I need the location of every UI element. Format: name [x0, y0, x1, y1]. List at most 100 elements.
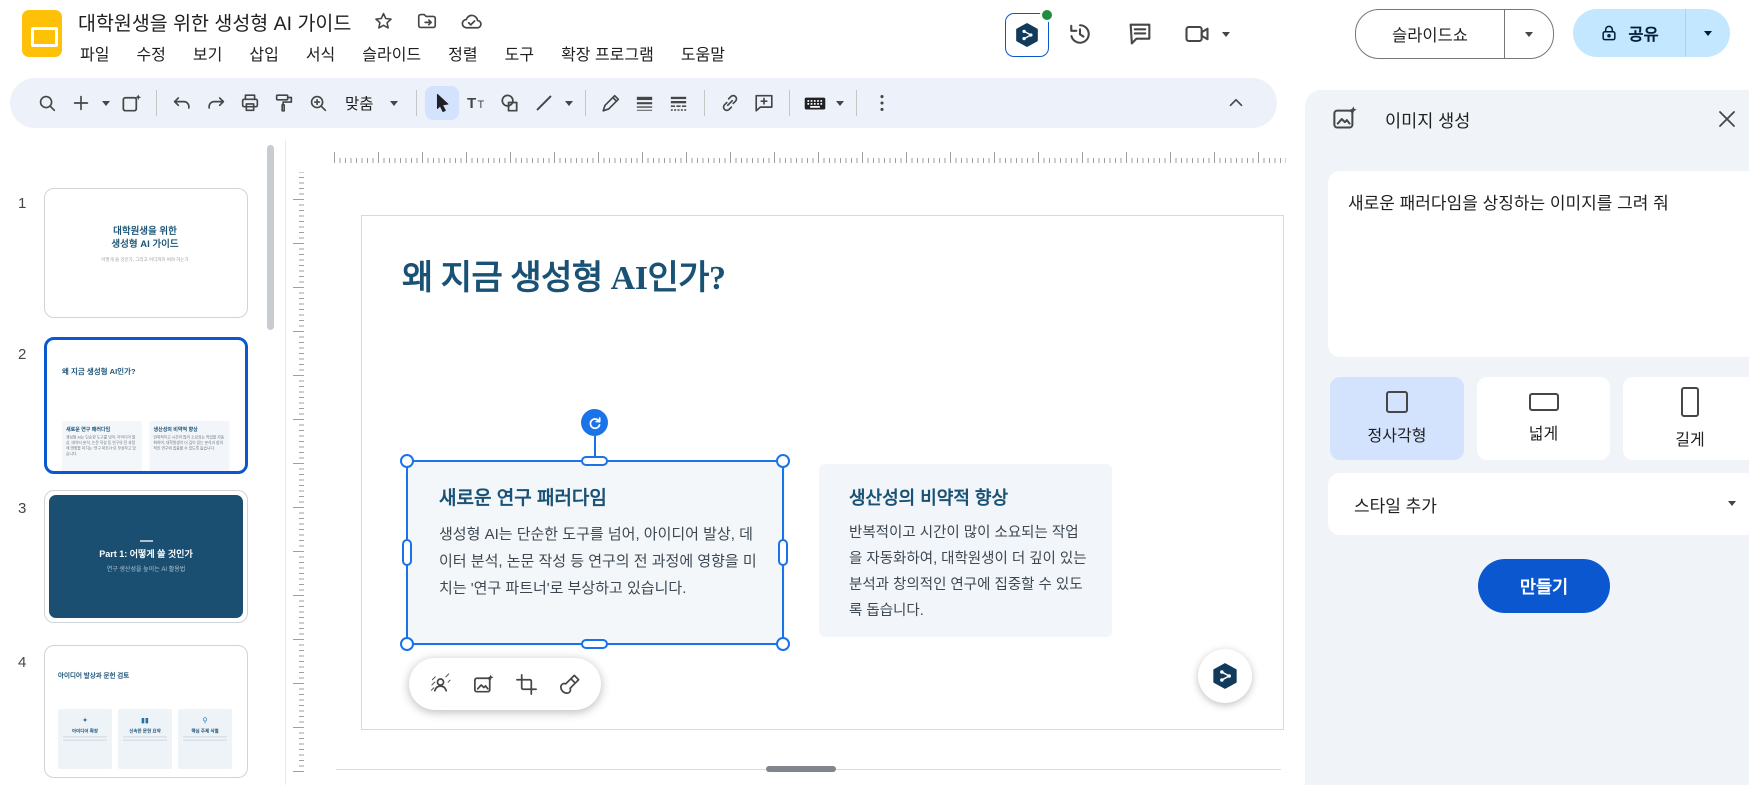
crop-button[interactable] [515, 673, 538, 696]
paint-brush-button[interactable] [558, 673, 581, 696]
border-weight-button[interactable] [628, 86, 662, 120]
prompt-textarea[interactable]: 새로운 패러다임을 상징하는 이미지를 그려 줘 [1328, 171, 1749, 357]
print-button[interactable] [233, 86, 267, 120]
print-icon [241, 94, 259, 112]
share-button[interactable]: 공유 [1573, 21, 1685, 45]
new-slide-dropdown[interactable] [98, 100, 114, 106]
document-title[interactable]: 대학원생을 위한 생성형 AI 가이드 [78, 7, 351, 36]
select-tool-button[interactable] [424, 86, 459, 120]
menu-file[interactable]: 파일 [80, 41, 109, 65]
menu-extensions[interactable]: 확장 프로그램 [561, 41, 654, 65]
cloud-saved-icon[interactable] [460, 10, 483, 33]
slide-card-productivity[interactable]: 생산성의 비약적 향상 반복적이고 시간이 많이 소요되는 작업을 자동화하여,… [819, 464, 1112, 637]
slides-logo-icon[interactable] [22, 10, 62, 57]
aspect-square-button[interactable]: 정사각형 [1330, 377, 1464, 460]
comment-add-icon [754, 94, 773, 112]
prompt-text: 새로운 패러다임을 상징하는 이미지를 그려 줘 [1348, 194, 1669, 213]
line-tool-button[interactable] [527, 86, 561, 120]
toolbar-divider [855, 90, 857, 116]
camera-dropdown-caret[interactable] [1222, 32, 1230, 37]
thumb2-card1-heading: 새로운 연구 패러다임 [66, 427, 111, 433]
selection-box[interactable] [400, 409, 790, 651]
menu-view[interactable]: 보기 [193, 41, 222, 65]
plus-icon [73, 95, 89, 111]
zoom-button[interactable] [301, 86, 335, 120]
menu-help[interactable]: 도움말 [681, 41, 725, 65]
toolbar-divider [584, 90, 586, 116]
thumb4-title: 아이디어 발상과 문헌 검토 [58, 671, 130, 680]
resize-handle-top[interactable] [581, 456, 608, 466]
meet-camera-icon[interactable] [1183, 20, 1211, 48]
filmstrip-scrollbar[interactable] [267, 145, 274, 330]
notes-splitter-handle[interactable] [766, 766, 836, 772]
border-dash-button[interactable] [662, 86, 696, 120]
menu-insert[interactable]: 삽입 [249, 41, 278, 65]
resize-handle-top-left[interactable] [400, 454, 414, 468]
resize-handle-bottom-right[interactable] [776, 637, 790, 651]
move-folder-icon[interactable] [416, 10, 438, 32]
zoom-fit-dropdown[interactable]: 맞춤 [345, 92, 398, 114]
rotate-handle[interactable] [581, 409, 608, 436]
resize-handle-left[interactable] [402, 538, 412, 566]
aspect-tall-button[interactable]: 길게 [1623, 377, 1749, 460]
card2-body: 반복적이고 시간이 많이 소요되는 작업을 자동화하여, 대학원생이 더 깊이 … [849, 525, 1087, 619]
search-icon [39, 95, 56, 112]
comments-icon[interactable] [1126, 20, 1154, 48]
menu-edit[interactable]: 수정 [136, 41, 165, 65]
templates-button[interactable] [114, 86, 148, 120]
menu-arrange[interactable]: 정렬 [448, 41, 477, 65]
insert-link-button[interactable] [713, 86, 747, 120]
thumb1-title-line2: 생성형 AI 가이드 [111, 239, 179, 250]
menu-format[interactable]: 서식 [306, 41, 335, 65]
zoom-fit-label: 맞춤 [345, 96, 374, 113]
slide-title[interactable]: 왜 지금 생성형 AI인가? [402, 250, 726, 299]
toolbar-divider [788, 90, 790, 116]
remove-background-button[interactable] [429, 672, 452, 696]
menu-tools[interactable]: 도구 [505, 41, 534, 65]
slide-thumbnail-4[interactable]: 아이디어 발상과 문헌 검토 ✦ 아이디어 확장 ▮▮ 신속한 문헌 요약 ⚲ … [44, 645, 248, 778]
contextual-image-toolbar [409, 658, 601, 710]
add-comment-button[interactable] [747, 86, 781, 120]
thumb3-dash [139, 540, 153, 542]
textbox-tool-button[interactable]: TT [459, 86, 493, 120]
resize-handle-bottom[interactable] [581, 639, 608, 649]
line-tool-dropdown[interactable] [561, 100, 577, 106]
thumb2-card2-heading: 생산성의 비약적 향상 [153, 427, 198, 433]
share-dropdown[interactable] [1686, 30, 1730, 36]
star-icon[interactable] [373, 11, 394, 32]
slideshow-button[interactable]: 슬라이드쇼 [1356, 22, 1504, 46]
slide-number: 2 [18, 346, 27, 363]
collapse-toolbar-button[interactable] [1219, 86, 1253, 120]
new-slide-button[interactable] [64, 86, 98, 120]
add-style-dropdown[interactable]: 스타일 추가 [1328, 473, 1749, 535]
input-tools-dropdown[interactable] [832, 100, 848, 106]
svg-text:T: T [467, 95, 476, 112]
slide-number: 1 [18, 195, 27, 212]
redo-button[interactable] [199, 86, 233, 120]
generate-image-button[interactable] [472, 673, 495, 696]
slide-thumbnail-2-selected[interactable]: 왜 지금 생성형 AI인가? 새로운 연구 패러다임 생성형 AI는 단순한 도… [44, 337, 248, 474]
gemini-floating-button[interactable] [1198, 649, 1252, 703]
resize-handle-bottom-left[interactable] [400, 637, 414, 651]
aspect-wide-button[interactable]: 넓게 [1477, 377, 1610, 460]
slide-thumbnail-1[interactable]: 대학원생을 위한 생성형 AI 가이드 어떻게 쓸 것인가, 그리고 어디까지 … [44, 188, 248, 318]
menu-slide[interactable]: 슬라이드 [362, 41, 421, 65]
resize-handle-top-right[interactable] [776, 454, 790, 468]
magnifier-icon: ⚲ [202, 716, 208, 724]
paint-format-button[interactable] [267, 86, 301, 120]
more-options-button[interactable] [865, 86, 899, 120]
search-menus-button[interactable] [30, 86, 64, 120]
undo-button[interactable] [165, 86, 199, 120]
frame-sparkle-icon [121, 93, 141, 112]
shapes-tool-button[interactable] [493, 86, 527, 120]
pen-tool-button[interactable] [594, 86, 628, 120]
input-tools-button[interactable] [798, 86, 832, 120]
slideshow-dropdown[interactable] [1505, 31, 1553, 37]
resize-handle-right[interactable] [778, 538, 788, 566]
slide-thumbnail-3[interactable]: Part 1: 어떻게 쓸 것인가 연구 생산성을 높이는 AI 활용법 [44, 490, 248, 623]
main-toolbar: 맞춤 TT [10, 78, 1277, 128]
version-history-icon[interactable] [1066, 20, 1094, 48]
border-weight-icon [636, 96, 653, 111]
panel-close-button[interactable] [1713, 105, 1741, 133]
create-button[interactable]: 만들기 [1478, 559, 1610, 613]
